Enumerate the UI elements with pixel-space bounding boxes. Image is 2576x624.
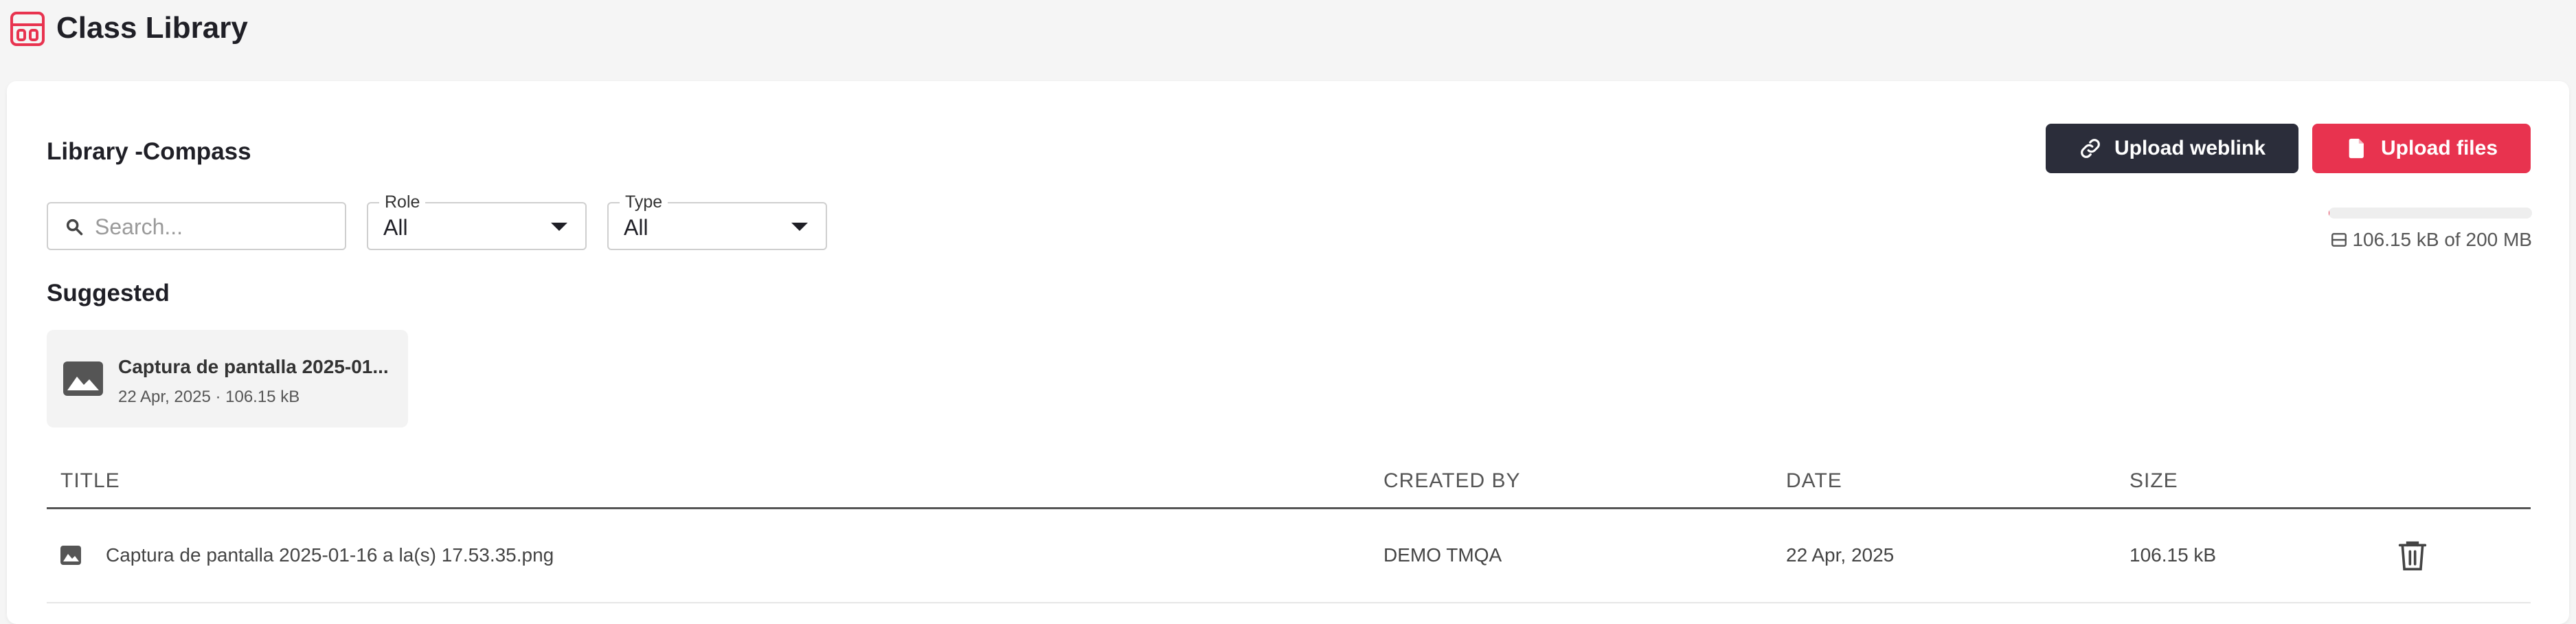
suggested-item[interactable]: Captura de pantalla 2025-01... 22 Apr, 2… — [47, 330, 408, 427]
suggested-item-name: Captura de pantalla 2025-01... — [118, 355, 393, 379]
storage-icon — [2330, 231, 2348, 249]
row-size: 106.15 kB — [2129, 543, 2216, 568]
trash-icon[interactable] — [2397, 539, 2428, 572]
column-header-size[interactable]: SIZE — [2129, 469, 2178, 493]
library-title: Library -Compass — [47, 135, 251, 169]
suggested-item-meta: 22 Apr, 2025 · 106.15 kB — [118, 386, 300, 408]
upload-weblink-label: Upload weblink — [2114, 137, 2266, 160]
layout-icon — [10, 11, 45, 47]
caret-down-icon — [551, 223, 567, 231]
file-icon — [2345, 137, 2369, 160]
storage-progress-bar — [2329, 208, 2532, 219]
role-select[interactable]: Role All — [367, 202, 587, 250]
column-header-created-by[interactable]: CREATED BY — [1383, 469, 1520, 493]
row-title[interactable]: Captura de pantalla 2025-01-16 a la(s) 1… — [106, 543, 554, 568]
role-select-value: All — [383, 214, 408, 241]
upload-files-button[interactable]: Upload files — [2312, 124, 2531, 173]
suggested-heading: Suggested — [47, 278, 170, 309]
type-select-value: All — [624, 214, 648, 241]
row-date: 22 Apr, 2025 — [1786, 543, 1894, 568]
search-input[interactable] — [93, 210, 337, 243]
table-header: TITLE CREATED BY DATE SIZE — [47, 456, 2531, 509]
row-created-by: DEMO TMQA — [1383, 543, 1502, 568]
link-icon — [2079, 137, 2102, 160]
role-select-label: Role — [379, 192, 425, 212]
image-icon — [60, 546, 81, 565]
page-header: Class Library — [0, 0, 2576, 76]
upload-weblink-button[interactable]: Upload weblink — [2046, 124, 2298, 173]
search-icon — [65, 217, 84, 236]
search-field[interactable] — [47, 202, 346, 250]
column-header-date[interactable]: DATE — [1786, 469, 1842, 493]
image-icon — [63, 361, 103, 396]
page-title: Class Library — [56, 8, 248, 48]
storage-usage: 106.15 kB of 200 MB — [2329, 227, 2532, 253]
type-select[interactable]: Type All — [607, 202, 827, 250]
upload-files-label: Upload files — [2381, 137, 2498, 160]
column-header-title[interactable]: TITLE — [60, 469, 120, 493]
storage-usage-text: 106.15 kB of 200 MB — [2352, 227, 2532, 253]
caret-down-icon — [791, 223, 808, 231]
type-select-label: Type — [620, 192, 668, 212]
library-card: Library -Compass Upload weblink Upload f… — [7, 81, 2569, 624]
table-row[interactable]: Captura de pantalla 2025-01-16 a la(s) 1… — [47, 509, 2531, 603]
